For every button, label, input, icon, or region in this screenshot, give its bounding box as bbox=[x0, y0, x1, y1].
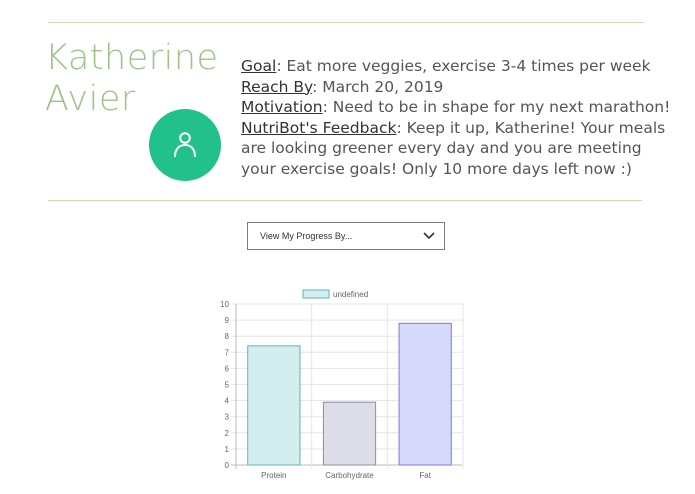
x-tick-label: Carbohydrate bbox=[325, 471, 374, 480]
chart-bars bbox=[247, 322, 452, 466]
y-tick-label: 6 bbox=[225, 364, 230, 373]
nutrition-bar-chart: 0 1 2 3 4 5 6 7 8 9 10 Protein Carbohydrate Fat unde… bbox=[220, 289, 464, 480]
y-tick-label: 1 bbox=[225, 445, 230, 454]
bar-carbohydrate[interactable] bbox=[322, 401, 377, 466]
y-tick-label: 7 bbox=[225, 348, 230, 357]
y-tick-label: 3 bbox=[225, 413, 230, 422]
x-tick-label: Protein bbox=[261, 471, 286, 480]
chart-y-ticks: 0 1 2 3 4 5 6 7 8 9 10 bbox=[220, 300, 229, 470]
y-tick-label: 9 bbox=[225, 316, 230, 325]
legend-label: undefined bbox=[333, 290, 368, 299]
y-tick-label: 2 bbox=[225, 429, 230, 438]
legend-swatch bbox=[302, 289, 330, 299]
y-tick-label: 8 bbox=[225, 332, 230, 341]
y-tick-label: 5 bbox=[225, 381, 230, 390]
bar-fat[interactable] bbox=[398, 322, 452, 466]
chart-legend[interactable]: undefined bbox=[302, 289, 368, 299]
bar-protein[interactable] bbox=[247, 345, 301, 466]
y-tick-label: 4 bbox=[225, 397, 230, 406]
y-tick-label: 10 bbox=[220, 300, 229, 309]
y-tick-label: 0 bbox=[225, 461, 230, 470]
x-tick-label: Fat bbox=[419, 471, 431, 480]
chart-x-ticks: Protein Carbohydrate Fat bbox=[261, 471, 432, 480]
